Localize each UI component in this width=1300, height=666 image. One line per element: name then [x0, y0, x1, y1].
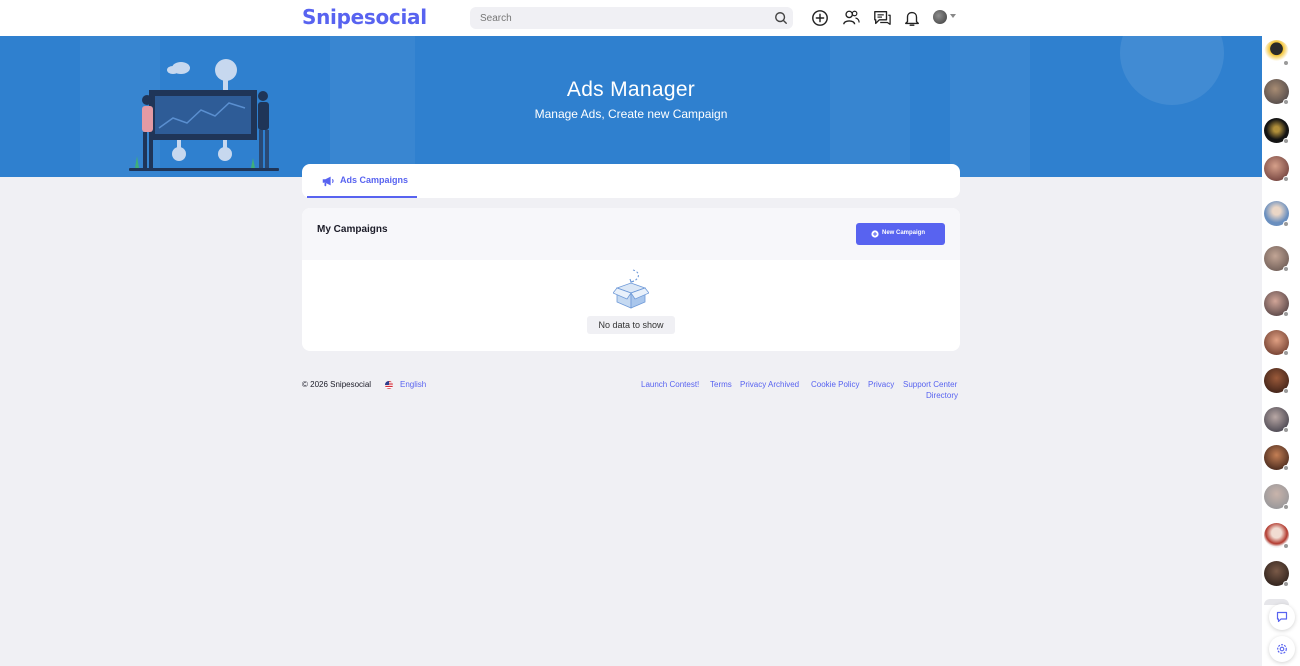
section-title: My Campaigns	[317, 224, 388, 235]
avatar[interactable]	[933, 10, 947, 24]
online-users-sidebar	[1262, 36, 1300, 666]
online-indicator	[1283, 350, 1289, 356]
online-indicator	[1283, 388, 1289, 394]
tabs-bar: Ads Campaigns	[302, 164, 960, 198]
empty-box-icon	[613, 269, 649, 309]
online-indicator	[1283, 543, 1289, 549]
caret-down-icon[interactable]	[950, 14, 956, 19]
online-indicator	[1283, 427, 1289, 433]
us-flag-icon[interactable]	[385, 381, 393, 389]
online-indicator	[1283, 176, 1289, 182]
online-indicator	[1283, 581, 1289, 587]
megaphone-icon	[322, 176, 334, 187]
campaigns-panel: My Campaigns New Campaign No data to sho…	[302, 208, 960, 351]
online-indicator	[1283, 60, 1289, 66]
footer-link-privacy-archived[interactable]: Privacy Archived	[740, 380, 799, 389]
footer-link-terms[interactable]: Terms	[710, 380, 732, 389]
footer-link-launch-contest[interactable]: Launch Contest!	[641, 380, 699, 389]
online-indicator	[1283, 465, 1289, 471]
footer-link-support-center[interactable]: Support Center	[903, 380, 957, 389]
empty-state-text: No data to show	[587, 316, 675, 334]
online-indicator	[1283, 221, 1289, 227]
search-box[interactable]	[470, 7, 793, 29]
online-indicator	[1283, 504, 1289, 510]
new-campaign-label: New Campaign	[882, 230, 926, 236]
footer-link-directory[interactable]: Directory	[926, 391, 958, 400]
top-navbar: Snipesocial	[0, 0, 1300, 36]
new-campaign-button[interactable]: New Campaign	[856, 223, 945, 245]
bell-icon[interactable]	[903, 9, 921, 27]
messages-icon[interactable]	[873, 9, 891, 27]
online-indicator	[1283, 311, 1289, 317]
campaigns-header: My Campaigns New Campaign	[302, 208, 960, 260]
add-circle-icon[interactable]	[811, 9, 829, 27]
search-input[interactable]	[480, 10, 760, 26]
hero-banner: Ads Manager Manage Ads, Create new Campa…	[0, 36, 1262, 177]
tab-ads-campaigns[interactable]: Ads Campaigns	[307, 164, 417, 198]
users-icon[interactable]	[842, 9, 860, 27]
page-subtitle: Manage Ads, Create new Campaign	[534, 107, 728, 121]
footer-link-privacy[interactable]: Privacy	[868, 380, 894, 389]
site-logo[interactable]: Snipesocial	[302, 5, 427, 29]
online-indicator	[1283, 138, 1289, 144]
plus-circle-icon	[871, 230, 879, 238]
language-link[interactable]: English	[400, 380, 426, 389]
chat-icon	[1276, 611, 1288, 623]
chat-button[interactable]	[1269, 604, 1295, 630]
copyright-text: © 2026 Snipesocial	[302, 380, 372, 389]
settings-icon	[1277, 644, 1287, 654]
footer-link-cookie-policy[interactable]: Cookie Policy	[811, 380, 859, 389]
search-icon[interactable]	[774, 11, 788, 25]
online-indicator	[1283, 266, 1289, 272]
settings-button[interactable]	[1269, 636, 1295, 662]
page-title: Ads Manager	[566, 78, 696, 101]
tab-label: Ads Campaigns	[340, 175, 409, 185]
online-indicator	[1283, 99, 1289, 105]
